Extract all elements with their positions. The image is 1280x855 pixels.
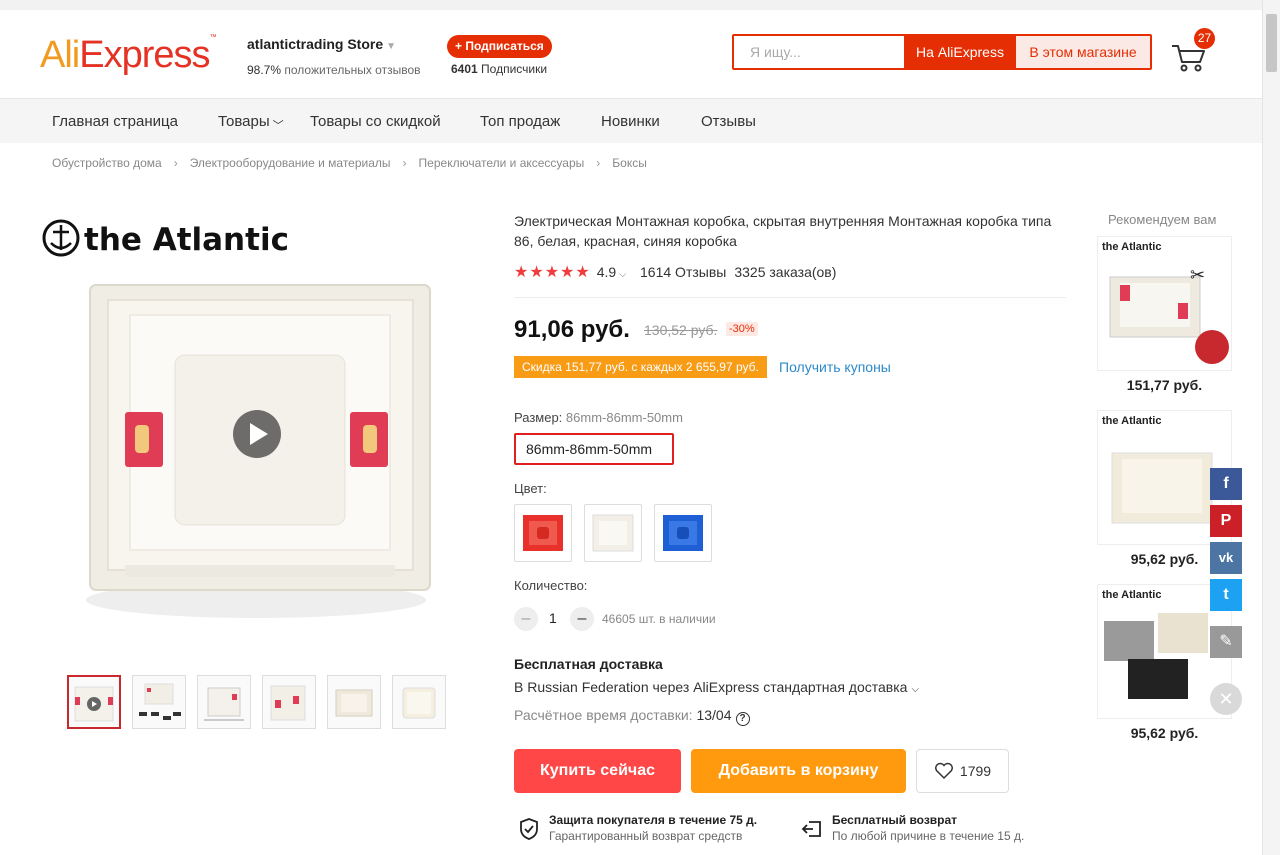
search-aliexpress-button[interactable]: На AliExpress [904, 36, 1016, 68]
breadcrumb-item[interactable]: Электрооборудование и материалы [190, 156, 391, 170]
shipping-method[interactable]: В Russian Federation через AliExpress ст… [514, 679, 919, 695]
subscribe-button[interactable]: + Подписаться [447, 35, 552, 58]
nav-reviews[interactable]: Отзывы [701, 113, 756, 130]
store-nav: Главная страница Товары ﹀ Товары со скидк… [0, 99, 1262, 143]
guarantee-title: Бесплатный возврат [832, 813, 958, 827]
divider [514, 297, 1066, 298]
buyer-protection: Защита покупателя в течение 75 д. Гарант… [518, 813, 757, 843]
delivery-time: Расчётное время доставки: 13/04? [514, 707, 750, 726]
store-name[interactable]: atlantictrading Store ▼ [247, 36, 396, 52]
nav-top-sales[interactable]: Топ продаж [480, 113, 560, 130]
pinterest-icon[interactable]: P [1210, 505, 1242, 537]
chevron-down-icon: ﹀ [272, 120, 284, 132]
old-price: 130,52 руб. [644, 322, 718, 338]
recommended-price: 95,62 руб. [1130, 725, 1199, 741]
scrollbar-thumb[interactable] [1266, 14, 1277, 72]
edit-icon[interactable]: ✎ [1210, 626, 1242, 658]
chevron-down-icon: ⌵ [619, 269, 627, 279]
breadcrumb-item[interactable]: Переключатели и аксессуары [419, 156, 585, 170]
nav-products[interactable]: Товары ﹀ [218, 113, 284, 132]
brand-logo-text: the Atlantic [1102, 415, 1162, 427]
rating-score[interactable]: 4.9 ⌵ [597, 264, 626, 280]
return-icon [801, 821, 821, 837]
product-main-image[interactable]: the Atlantic [30, 205, 482, 660]
heart-icon [934, 762, 953, 780]
quantity-value[interactable]: 1 [549, 610, 557, 626]
thumbnail[interactable] [132, 675, 186, 729]
color-label: Цвет: [514, 481, 547, 496]
vk-icon[interactable]: vk [1210, 542, 1242, 574]
facebook-icon[interactable]: f [1210, 468, 1242, 500]
product-title: Электрическая Монтажная коробка, скрытая… [514, 213, 1052, 249]
rating-stars-icon: ★★★★★ [514, 264, 591, 281]
shipping-title: Бесплатная доставка [514, 656, 663, 672]
recommended-product-image: ✂ [1109, 265, 1229, 364]
search-input[interactable] [734, 36, 904, 68]
current-price: 91,06 руб. [514, 316, 630, 343]
chevron-down-icon: ⌵ [911, 684, 920, 695]
thumbnail[interactable] [197, 675, 251, 729]
color-option-white[interactable] [584, 504, 642, 562]
wishlist-button[interactable]: 1799 [916, 749, 1009, 793]
top-strip [0, 0, 1280, 10]
chevron-right-icon: › [173, 156, 178, 170]
quantity-increase-button[interactable]: – [570, 607, 594, 631]
reviews-count[interactable]: 1614 Отзывы [640, 264, 726, 280]
recommended-price: 151,77 руб. [1126, 377, 1203, 393]
breadcrumb-item[interactable]: Боксы [612, 156, 647, 170]
coupon-tag: Скидка 151,77 руб. с каждых 2 655,97 руб… [514, 356, 767, 378]
close-icon[interactable]: ✕ [1210, 683, 1242, 715]
free-return: Бесплатный возврат По любой причине в те… [800, 813, 1024, 843]
recommended-product[interactable]: the Atlantic ✂ [1097, 236, 1232, 371]
brand-logo-text: the Atlantic [84, 222, 289, 258]
search-store-button[interactable]: В этом магазине [1016, 36, 1150, 68]
scrollbar[interactable] [1262, 0, 1280, 855]
nav-discounted[interactable]: Товары со скидкой [310, 113, 441, 130]
thumbnail-list [67, 675, 446, 729]
get-coupons-link[interactable]: Получить купоны [779, 359, 891, 375]
size-option-selected[interactable]: 86mm-86mm-50mm [514, 433, 674, 465]
size-label: Размер: 86mm-86mm-50mm [514, 410, 683, 425]
stock-count: 46605 шт. в наличии [602, 612, 716, 626]
add-to-cart-button[interactable]: Добавить в корзину [691, 749, 906, 793]
brand-logo-text: the Atlantic [1102, 241, 1162, 253]
quantity-label: Количество: [514, 578, 588, 593]
chevron-right-icon: › [402, 156, 407, 170]
cart-count-badge: 27 [1194, 28, 1215, 49]
discount-badge: -30% [726, 322, 758, 336]
svg-text:✂: ✂ [1190, 265, 1205, 285]
store-rating: 98.7% положительных отзывов [247, 63, 421, 77]
shield-check-icon [520, 818, 538, 840]
search-bar: На AliExpress В этом магазине [732, 34, 1152, 70]
chevron-right-icon: › [596, 156, 601, 170]
thumbnail[interactable] [67, 675, 121, 729]
product-rating: ★★★★★ 4.9 ⌵ 1614 Отзывы 3325 заказа(ов) [514, 262, 836, 282]
header: AliExpress™ atlantictrading Store ▼ 98.7%… [0, 10, 1262, 99]
thumbnail[interactable] [262, 675, 316, 729]
chevron-down-icon: ▼ [386, 41, 397, 52]
breadcrumb: Обустройство дома › Электрооборудование и … [52, 156, 647, 170]
aliexpress-logo[interactable]: AliExpress™ [40, 34, 217, 77]
buy-now-button[interactable]: Купить сейчас [514, 749, 681, 793]
recommend-title: Рекомендуем вам [1108, 212, 1217, 227]
breadcrumb-item[interactable]: Обустройство дома [52, 156, 162, 170]
help-icon[interactable]: ? [735, 712, 750, 726]
color-option-blue[interactable] [654, 504, 712, 562]
thumbnail[interactable] [392, 675, 446, 729]
wishlist-count: 1799 [959, 763, 992, 779]
nav-home[interactable]: Главная страница [52, 113, 178, 130]
twitter-icon[interactable]: t [1210, 579, 1242, 611]
nav-new[interactable]: Новинки [601, 113, 660, 130]
guarantee-title: Защита покупателя в течение 75 д. [549, 813, 758, 827]
brand-logo-text: the Atlantic [1102, 589, 1162, 601]
guarantee-subtitle: По любой причине в течение 15 д. [832, 829, 1025, 843]
quantity-decrease-button[interactable]: – [514, 607, 538, 631]
product-photo: the Atlantic [42, 219, 431, 618]
thumbnail[interactable] [327, 675, 381, 729]
subscribers-count: 6401 Подписчики [451, 62, 548, 76]
guarantee-subtitle: Гарантированный возврат средств [549, 829, 743, 843]
orders-count: 3325 заказа(ов) [734, 264, 837, 280]
color-option-red[interactable] [514, 504, 572, 562]
